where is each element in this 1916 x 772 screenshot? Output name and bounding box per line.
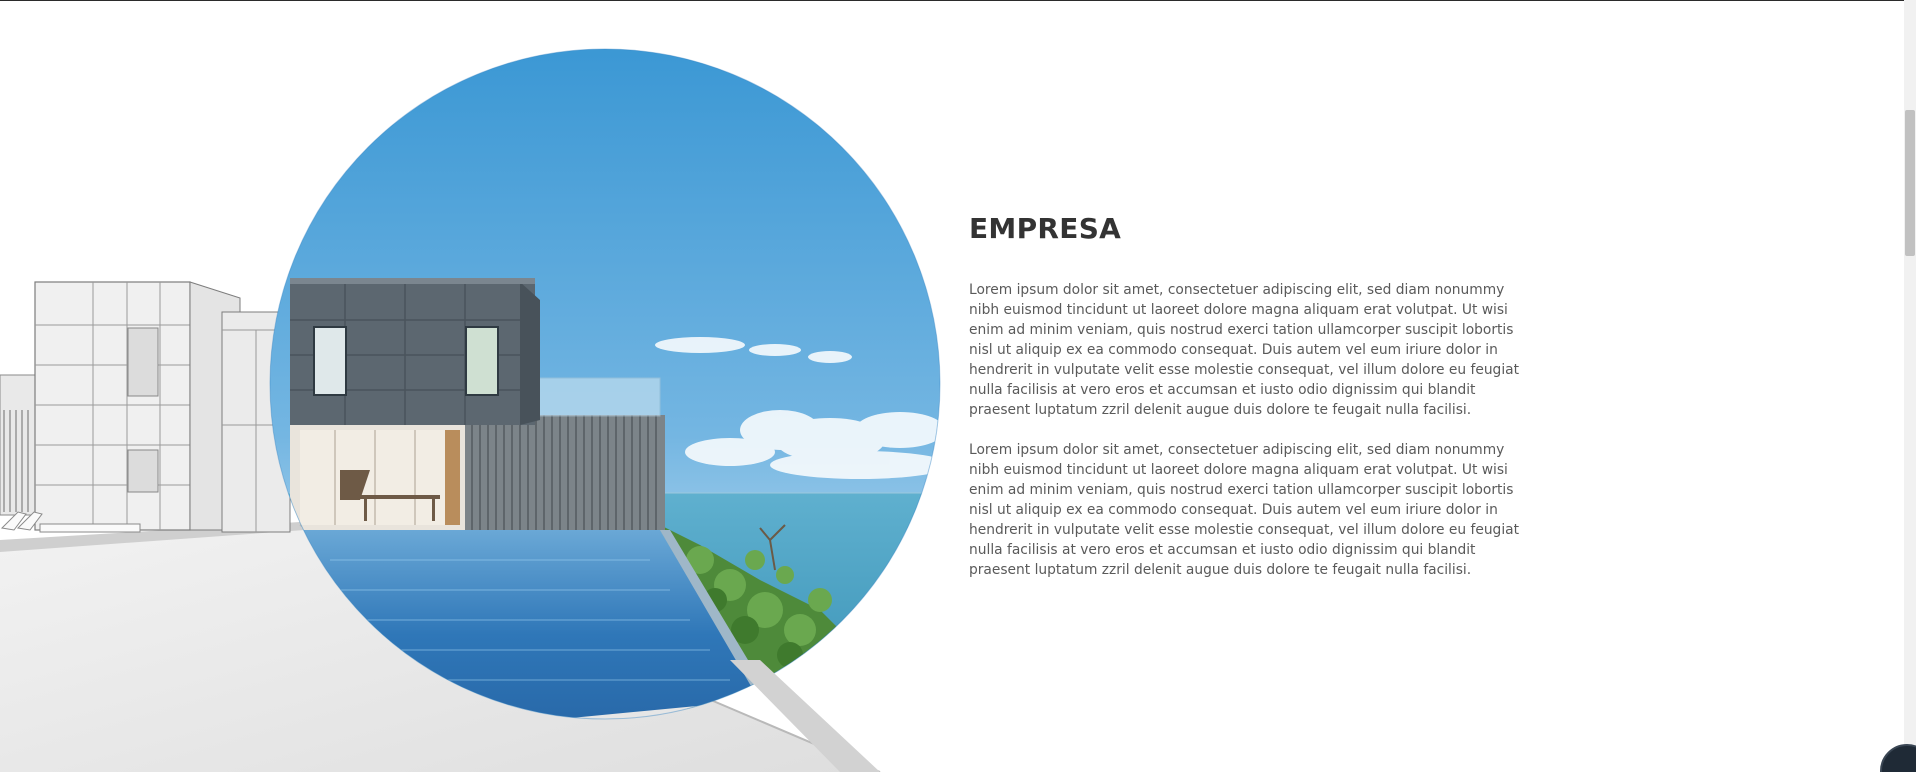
page-scrollbar[interactable] xyxy=(1904,0,1916,772)
chat-bubble-icon[interactable] xyxy=(1880,744,1916,772)
section-paragraph-1: Lorem ipsum dolor sit amet, consectetuer… xyxy=(969,282,1520,418)
scrollbar-thumb[interactable] xyxy=(1905,110,1915,256)
hero-villa-illustration xyxy=(0,48,941,772)
section-title: EMPRESA xyxy=(969,212,1122,245)
section-paragraph-2: Lorem ipsum dolor sit amet, consectetuer… xyxy=(969,442,1520,578)
page: EMPRESA Lorem ipsum dolor sit amet, cons… xyxy=(0,0,1916,772)
company-section: EMPRESA Lorem ipsum dolor sit amet, cons… xyxy=(969,205,1529,600)
